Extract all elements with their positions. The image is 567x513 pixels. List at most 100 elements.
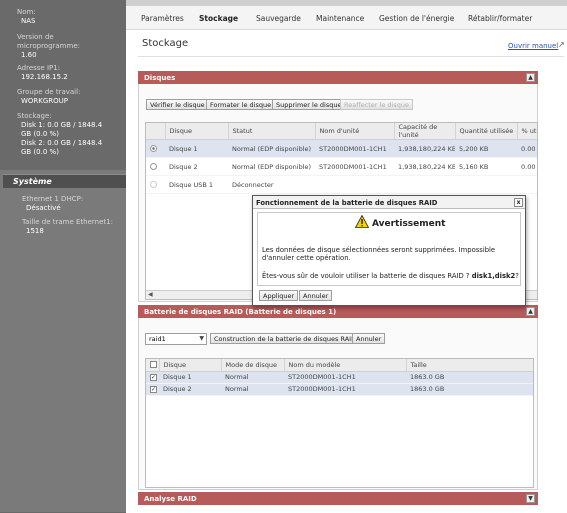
cell-used	[455, 175, 517, 194]
column-header-disk[interactable]: Disque	[159, 359, 222, 372]
page-title: Stockage	[142, 38, 189, 49]
dialog-message: Les données de disque sélectionnées sero…	[262, 246, 496, 262]
raid-level-value: raid1	[149, 335, 166, 343]
table-header-row: Disque Statut Nom d'unité Capacité de l'…	[146, 123, 537, 140]
tab-maintenance[interactable]: Maintenance	[316, 14, 364, 23]
cell-size: 1863.0 GB	[406, 371, 533, 384]
dhcp-value: Désactivé	[26, 204, 61, 212]
name-label: Nom:	[17, 8, 36, 16]
cell-percent: 0.00 %	[517, 157, 537, 176]
raid-panel-header[interactable]: Batterie de disques RAID (Batterie de di…	[138, 305, 538, 318]
dialog-title: Fonctionnement de la batterie de disques…	[256, 199, 438, 207]
chevron-up-icon[interactable]: ▲	[526, 307, 535, 316]
select-column-header[interactable]	[146, 359, 160, 372]
verify-disk-button[interactable]: Vérifier le disque	[146, 99, 209, 110]
cell-used: 5,200 KB	[455, 139, 517, 158]
tab-stockage[interactable]: Stockage	[199, 14, 238, 23]
column-header-model[interactable]: Nom du modèle	[284, 359, 407, 372]
cell-disk: Disque 2	[159, 383, 221, 396]
scroll-left-icon[interactable]: ◀	[148, 291, 153, 298]
disks-panel-title: Disques	[144, 74, 176, 82]
select-all-checkbox[interactable]	[150, 361, 157, 369]
manual-link[interactable]: Ouvrir manuel	[508, 42, 558, 50]
ip-label: Adresse IP1:	[17, 64, 61, 72]
cell-unit: ST2000DM001-1CH1	[315, 157, 394, 176]
dialog-cancel-button[interactable]: Annuler	[299, 290, 333, 301]
close-icon[interactable]: x	[514, 198, 523, 207]
tab-gestion-energie[interactable]: Gestion de l'énergie	[379, 14, 454, 23]
select-column-header	[146, 123, 166, 140]
question-suffix: ?	[515, 272, 519, 280]
workgroup-label: Groupe de travail:	[17, 88, 81, 96]
disks-panel-header[interactable]: Disques ▲	[138, 71, 538, 84]
frame-value: 1518	[26, 227, 44, 235]
workgroup-value: WORKGROUP	[21, 97, 69, 105]
analysis-panel-header[interactable]: Analyse RAID ▼	[138, 492, 538, 505]
table-row[interactable]: ✓ Disque 2 Normal ST2000DM001-1CH1 1863.…	[146, 383, 533, 396]
disk-checkbox[interactable]: ✓	[150, 373, 157, 381]
cell-disk: Disque USB 1	[165, 175, 228, 194]
dialog-body: Avertissement Les données de disque séle…	[257, 212, 521, 286]
raid-panel-title: Batterie de disques RAID (Batterie de di…	[144, 308, 337, 316]
column-header-disk[interactable]: Disque	[165, 123, 229, 140]
cell-unit: ST2000DM001-1CH1	[315, 139, 394, 158]
raid-level-select[interactable]: raid1 ▼	[145, 333, 207, 345]
reassign-disk-button[interactable]: Reaffecter le disque	[340, 99, 413, 110]
system-header: Système	[3, 174, 126, 188]
external-link-icon[interactable]: ↗	[558, 40, 565, 49]
sidebar-workgroup: Groupe de travail: WORKGROUP	[17, 88, 80, 106]
tab-parametres[interactable]: Paramètres	[141, 14, 184, 23]
cell-status: Normal (EDP disponible)	[228, 139, 315, 158]
build-raid-button[interactable]: Construction de la batterie de disques R…	[210, 333, 361, 344]
top-strip	[126, 0, 567, 6]
cell-disk: Disque 1	[159, 371, 221, 384]
sidebar-firmware: Version de microprogramme: 1.60	[17, 33, 80, 60]
question-text: Êtes-vous sûr de vouloir utiliser la bat…	[262, 272, 470, 280]
table-header-row: Disque Mode de disque Nom du modèle Tail…	[146, 359, 533, 372]
disk-radio-button[interactable]	[150, 163, 157, 170]
sidebar-storage: Stockage: Disk 1: 0.0 GB / 1848.4 GB (0.…	[17, 112, 102, 157]
cell-mode: Normal	[221, 371, 284, 384]
firmware-label-2: microprogramme:	[17, 42, 80, 50]
table-row[interactable]: Disque USB 1 Déconnecter	[146, 175, 537, 194]
system-section: Système Ethernet 1 DHCP: Désactivé Taill…	[0, 170, 126, 512]
sidebar-frame: Taille de trame Ethernet1: 1518	[22, 218, 113, 236]
raid-table: Disque Mode de disque Nom du modèle Tail…	[146, 359, 533, 396]
column-header-status[interactable]: Statut	[228, 123, 316, 140]
chevron-down-icon[interactable]: ▼	[526, 494, 535, 503]
cell-status: Déconnecter	[228, 175, 315, 194]
tab-retablir-formater[interactable]: Rétablir/formater	[468, 14, 532, 23]
apply-button[interactable]: Appliquer	[259, 290, 299, 301]
column-header-size[interactable]: Taille	[406, 359, 533, 372]
chevron-down-icon[interactable]: ▼	[199, 335, 204, 342]
column-header-disk-mode[interactable]: Mode de disque	[221, 359, 285, 372]
cell-disk: Disque 1	[165, 139, 228, 158]
frame-label: Taille de trame Ethernet1:	[22, 218, 113, 226]
cell-model: ST2000DM001-1CH1	[284, 383, 406, 396]
column-header-used[interactable]: Quantité utilisée	[455, 123, 518, 140]
raid-cancel-button[interactable]: Annuler	[352, 333, 386, 344]
cell-capacity: 1,938,180,224 KB	[394, 157, 455, 176]
disk2-usage-line1: Disk 2: 0.0 GB / 1848.4	[21, 139, 103, 147]
question-disks: disk1,disk2	[471, 272, 516, 280]
dhcp-label: Ethernet 1 DHCP:	[22, 195, 84, 203]
tab-sauvegarde[interactable]: Sauvegarde	[256, 14, 301, 23]
delete-disk-button[interactable]: Supprimer le disque	[272, 99, 346, 110]
sidebar-dhcp: Ethernet 1 DHCP: Désactivé	[22, 195, 83, 213]
disk-radio-button[interactable]	[150, 181, 157, 188]
cell-mode: Normal	[221, 383, 284, 396]
ip-value: 192.168.15.2	[21, 73, 68, 81]
format-disk-button[interactable]: Formater le disque	[206, 99, 276, 110]
table-row[interactable]: Disque 1 Normal (EDP disponible) ST2000D…	[146, 139, 537, 158]
firmware-label-1: Version de	[17, 33, 54, 41]
column-header-capacity[interactable]: Capacité de l'unité	[394, 123, 456, 140]
column-header-unit-name[interactable]: Nom d'unité	[315, 123, 395, 140]
table-row[interactable]: ✓ Disque 1 Normal ST2000DM001-1CH1 1863.…	[146, 371, 533, 384]
table-row[interactable]: Disque 2 Normal (EDP disponible) ST2000D…	[146, 157, 537, 176]
disk-checkbox[interactable]: ✓	[150, 385, 157, 393]
disks-table: Disque Statut Nom d'unité Capacité de l'…	[146, 123, 537, 194]
column-header-percent[interactable]: % uti	[517, 123, 537, 140]
disk-radio-button[interactable]	[150, 145, 157, 152]
chevron-up-icon[interactable]: ▲	[526, 73, 535, 82]
cell-disk: Disque 2	[165, 157, 228, 176]
